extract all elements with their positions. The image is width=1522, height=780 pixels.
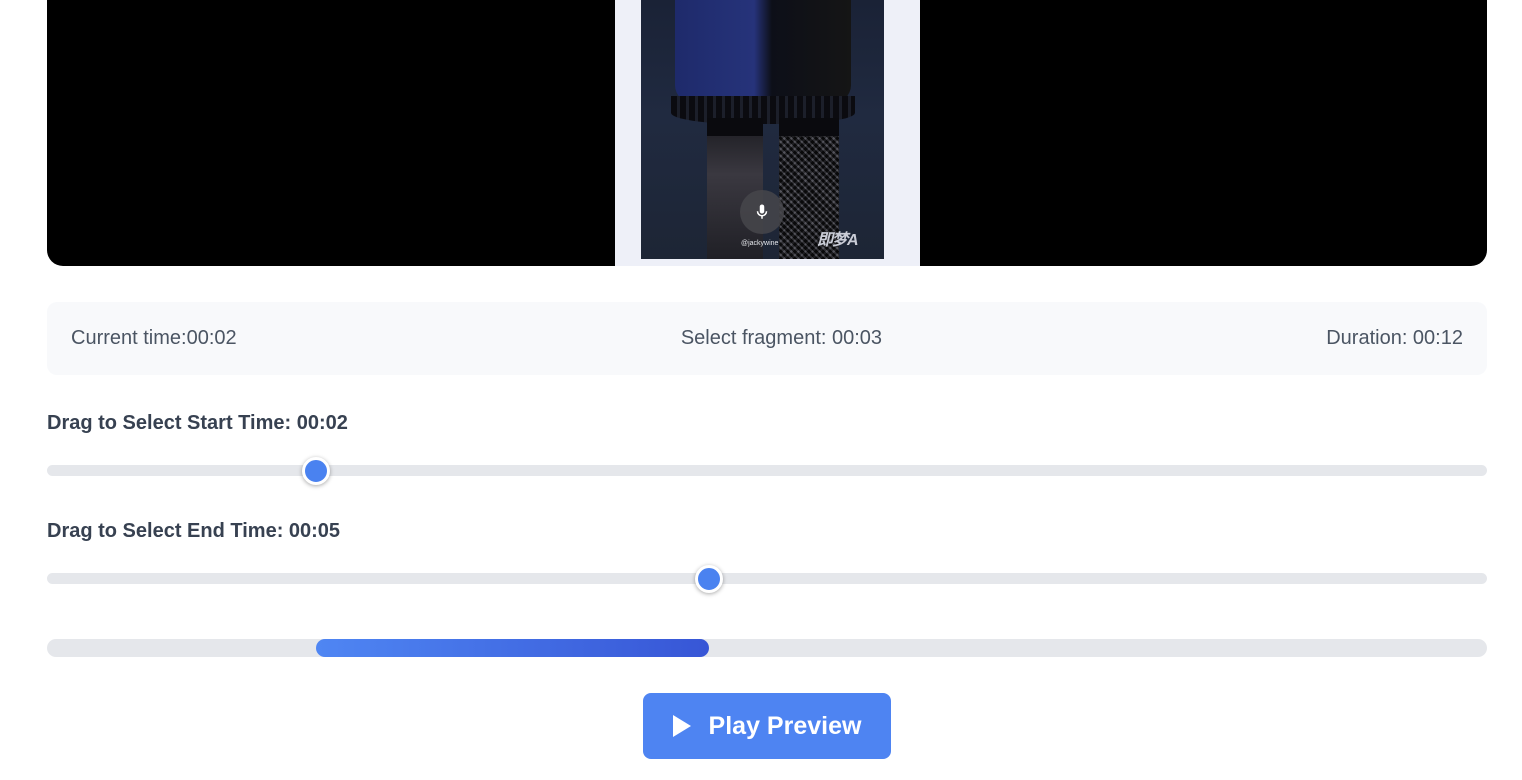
video-player[interactable]: @jackywine 即梦A <box>47 0 1487 266</box>
video-content-detail <box>779 118 839 136</box>
watermark-logo: 即梦A <box>817 232 859 249</box>
start-time-slider[interactable] <box>47 456 1487 485</box>
selected-fragment: Select fragment: 00:03 <box>680 327 883 349</box>
play-preview-label: Play Preview <box>708 711 862 740</box>
end-time-slider[interactable] <box>47 564 1487 593</box>
selected-range-bar <box>47 639 1487 657</box>
video-frame: @jackywine 即梦A <box>615 0 920 266</box>
end-time-slider-thumb[interactable] <box>694 564 723 593</box>
video-content-detail <box>707 118 763 259</box>
play-preview-button[interactable]: Play Preview <box>643 693 891 759</box>
duration: Duration: 00:12 <box>1326 327 1463 349</box>
end-time-label: Drag to Select End Time: 00:05 <box>47 520 341 542</box>
selected-range-fill <box>315 639 709 657</box>
microphone-icon[interactable] <box>740 190 784 234</box>
video-content-detail <box>707 118 763 136</box>
start-time-label: Drag to Select Start Time: 00:02 <box>47 412 348 434</box>
watermark-handle: @jackywine <box>741 240 779 247</box>
time-info-bar: Current time:00:02 Select fragment: 00:0… <box>47 302 1487 375</box>
start-time-slider-thumb[interactable] <box>301 456 330 485</box>
video-trimmer-page: @jackywine 即梦A Current time:00:02 Select… <box>0 0 1522 780</box>
video-thumbnail: @jackywine 即梦A <box>641 0 884 259</box>
play-icon <box>672 715 691 737</box>
current-time: Current time:00:02 <box>71 327 237 349</box>
